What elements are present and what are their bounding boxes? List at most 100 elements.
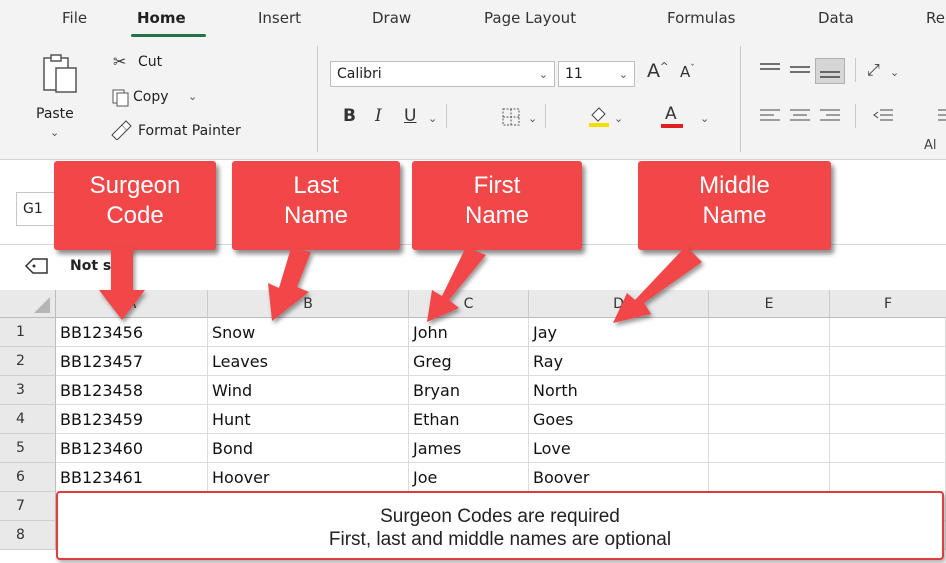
table-cell[interactable] (709, 405, 830, 434)
note-line-2: First, last and middle names are optiona… (328, 529, 672, 550)
borders-dropdown-icon[interactable]: ⌄ (528, 112, 537, 125)
table-cell[interactable] (830, 463, 946, 492)
fill-color-icon[interactable] (588, 103, 610, 127)
ribbon-tab-bar: File Home Insert Draw Page Layout Formul… (0, 0, 946, 38)
table-cell[interactable] (830, 376, 946, 405)
table-cell[interactable]: BB123458 (56, 376, 208, 405)
table-cell[interactable]: BB123457 (56, 347, 208, 376)
tab-formulas[interactable]: Formulas (667, 9, 735, 27)
table-cell[interactable] (830, 405, 946, 434)
orientation-icon[interactable]: ⤢ (867, 60, 880, 80)
copy-button[interactable]: Copy (133, 89, 169, 105)
column-header-f[interactable]: F (830, 290, 946, 318)
font-size-select[interactable]: 11 ⌄ (558, 61, 635, 87)
row-header[interactable]: 7 (0, 492, 56, 521)
callout-first-name: First Name (412, 161, 582, 250)
table-cell[interactable]: Ray (529, 347, 709, 376)
column-header-d[interactable]: D (529, 290, 709, 318)
table-cell[interactable]: Leaves (208, 347, 409, 376)
callout-line: Middle (699, 172, 770, 199)
tab-data[interactable]: Data (818, 9, 854, 27)
table-cell[interactable] (709, 347, 830, 376)
decrease-indent-icon[interactable] (873, 108, 893, 124)
fill-color-dropdown-icon[interactable]: ⌄ (614, 112, 623, 125)
align-left-icon[interactable] (760, 108, 780, 124)
align-center-icon[interactable] (790, 108, 810, 124)
table-cell[interactable]: Wind (208, 376, 409, 405)
table-cell[interactable] (830, 347, 946, 376)
italic-button[interactable]: I (375, 106, 382, 126)
table-cell[interactable]: Boover (529, 463, 709, 492)
table-cell[interactable]: BB123456 (56, 318, 208, 347)
table-cell[interactable]: North (529, 376, 709, 405)
table-cell[interactable]: BB123461 (56, 463, 208, 492)
font-name-select[interactable]: Calibri ⌄ (330, 61, 555, 87)
table-cell[interactable]: Love (529, 434, 709, 463)
table-cell[interactable]: Hoover (208, 463, 409, 492)
select-all-triangle-icon (34, 297, 50, 313)
table-cell[interactable]: BB123460 (56, 434, 208, 463)
bold-button[interactable]: B (343, 106, 356, 126)
table-cell[interactable]: Bryan (409, 376, 529, 405)
callout-line: Last (293, 172, 339, 199)
tab-file[interactable]: File (62, 9, 87, 27)
align-right-icon[interactable] (820, 108, 840, 124)
column-header-a[interactable]: A (56, 290, 208, 318)
table-cell[interactable]: John (409, 318, 529, 347)
column-header-e[interactable]: E (709, 290, 830, 318)
copy-dropdown-icon[interactable]: ⌄ (188, 90, 197, 103)
table-cell[interactable]: James (409, 434, 529, 463)
paste-dropdown-icon[interactable]: ⌄ (50, 126, 59, 139)
table-cell[interactable]: Ethan (409, 405, 529, 434)
sensitivity-bar (0, 246, 946, 290)
tab-insert[interactable]: Insert (258, 9, 301, 27)
row-header[interactable]: 8 (0, 521, 56, 550)
sensitivity-label[interactable]: Not set (70, 258, 127, 274)
row-header[interactable]: 5 (0, 434, 56, 463)
underline-dropdown-icon[interactable]: ⌄ (428, 112, 437, 125)
table-cell[interactable]: Jay (529, 318, 709, 347)
format-painter-button[interactable]: Format Painter (138, 123, 241, 139)
font-color-dropdown-icon[interactable]: ⌄ (700, 112, 709, 125)
table-cell[interactable] (709, 434, 830, 463)
table-cell[interactable]: Hunt (208, 405, 409, 434)
tag-icon[interactable] (24, 256, 50, 276)
callout-line: Surgeon (89, 172, 181, 199)
table-cell[interactable] (830, 318, 946, 347)
tab-review[interactable]: Re (926, 9, 945, 27)
font-color-icon[interactable]: A (661, 104, 685, 128)
increase-font-size-icon[interactable]: A^ (647, 60, 668, 82)
orientation-dropdown-icon[interactable]: ⌄ (890, 66, 899, 79)
table-cell[interactable]: Goes (529, 405, 709, 434)
tab-home[interactable]: Home (137, 9, 186, 27)
increase-indent-icon[interactable] (934, 108, 946, 124)
table-cell[interactable]: Greg (409, 347, 529, 376)
row-header[interactable]: 1 (0, 318, 56, 347)
table-cell[interactable] (830, 434, 946, 463)
cut-button[interactable]: Cut (138, 54, 162, 70)
column-header-b[interactable]: B (208, 290, 409, 318)
row-header[interactable]: 4 (0, 405, 56, 434)
table-cell[interactable] (709, 463, 830, 492)
table-cell[interactable]: BB123459 (56, 405, 208, 434)
underline-button[interactable]: U (404, 106, 416, 126)
table-cell[interactable]: Snow (208, 318, 409, 347)
paste-button[interactable]: Paste ⌄ (30, 50, 96, 140)
tab-page-layout[interactable]: Page Layout (484, 9, 576, 27)
row-header[interactable]: 6 (0, 463, 56, 492)
table-cell[interactable]: Bond (208, 434, 409, 463)
font-size-value: 11 (565, 66, 583, 82)
decrease-font-size-icon[interactable]: Aˇ (680, 63, 695, 81)
row-header[interactable]: 2 (0, 347, 56, 376)
align-middle-icon[interactable] (790, 62, 810, 78)
row-header[interactable]: 3 (0, 376, 56, 405)
name-box-value: G1 (23, 201, 43, 217)
tab-draw[interactable]: Draw (372, 9, 411, 27)
align-top-icon[interactable] (760, 62, 780, 78)
table-cell[interactable] (709, 318, 830, 347)
column-header-c[interactable]: C (409, 290, 529, 318)
align-bottom-button[interactable] (815, 58, 845, 84)
table-cell[interactable] (709, 376, 830, 405)
borders-icon[interactable] (502, 108, 520, 126)
table-cell[interactable]: Joe (409, 463, 529, 492)
